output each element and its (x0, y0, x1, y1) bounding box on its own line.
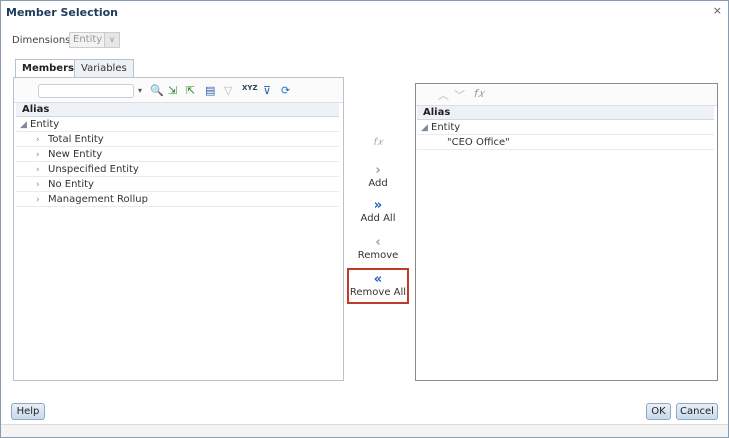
double-chevron-left-icon: « (373, 272, 383, 287)
clear-filter-icon[interactable]: ⊽ (263, 84, 271, 97)
function-icon[interactable]: f𝑥 (474, 87, 484, 101)
add-all-button[interactable]: » Add All (347, 198, 409, 224)
alias-column-header: Alias (16, 103, 339, 117)
dimensions-label: Dimensions (12, 35, 71, 46)
chevron-left-icon: ‹ (375, 235, 381, 250)
tree-label: Unspecified Entity (48, 164, 139, 175)
tree-item[interactable]: › New Entity (16, 147, 339, 162)
double-chevron-right-icon: » (373, 198, 383, 213)
cancel-button[interactable]: Cancel (676, 403, 718, 420)
ok-button[interactable]: OK (646, 403, 671, 420)
add-label: Add (368, 178, 388, 189)
help-button[interactable]: Help (11, 403, 45, 420)
move-up-icon[interactable]: ︿ (438, 87, 449, 103)
collapse-icon[interactable]: ◢ (417, 121, 431, 136)
tab-members[interactable]: Members (15, 59, 81, 77)
remove-all-button[interactable]: «Remove All (347, 268, 409, 304)
alias-column-header: Alias (417, 106, 714, 120)
add-all-label: Add All (360, 213, 396, 224)
selected-item[interactable]: "CEO Office" (417, 135, 714, 150)
remove-all-label: Remove All (349, 287, 407, 298)
search-input[interactable] (38, 84, 134, 98)
tree-label: Management Rollup (48, 194, 148, 205)
expand-icon[interactable]: › (36, 133, 48, 148)
tab-variables[interactable]: Variables (74, 59, 134, 77)
selections-panel: ︿ ﹀ f𝑥 Alias ◢ Entity "CEO Office" (415, 83, 718, 381)
selections-toolbar: ︿ ﹀ f𝑥 (416, 84, 717, 106)
remove-button[interactable]: ‹ Remove (347, 235, 409, 261)
function-icon[interactable]: f𝑥 (347, 137, 409, 148)
find-member-icon[interactable]: XYZ (242, 84, 258, 92)
expand-icon[interactable]: › (36, 178, 48, 193)
tree-item[interactable]: › Management Rollup (16, 192, 339, 207)
selected-root[interactable]: ◢ Entity (417, 120, 714, 135)
filter-icon[interactable]: ▽ (224, 84, 232, 97)
tree-item[interactable]: › Unspecified Entity (16, 162, 339, 177)
tree-label: Total Entity (48, 134, 104, 145)
move-down-icon[interactable]: ﹀ (454, 87, 465, 103)
chevron-right-icon: › (375, 163, 381, 178)
search-icon[interactable]: 🔍 (150, 84, 164, 97)
members-toolbar: ▾ 🔍 ⇲ ⇱ ▤ ▽ XYZ ⊽ ⟳ (14, 78, 343, 103)
member-selection-dialog: Member Selection × Dimensions Entity ∨ Me… (0, 0, 729, 438)
dimensions-value: Entity (73, 34, 103, 45)
dialog-title: Member Selection (6, 6, 119, 19)
collapse-icon[interactable]: ◢ (16, 118, 30, 133)
tree-root[interactable]: ◢ Entity (16, 117, 339, 132)
tree-item[interactable]: › Total Entity (16, 132, 339, 147)
tree-label: Entity (30, 119, 60, 130)
search-previous-icon[interactable]: ⇱ (186, 84, 195, 97)
tree-item[interactable]: › No Entity (16, 177, 339, 192)
search-options-dropdown-icon[interactable]: ▾ (138, 86, 142, 95)
expand-icon[interactable]: › (36, 193, 48, 208)
expand-icon[interactable]: › (36, 163, 48, 178)
remove-label: Remove (357, 250, 399, 261)
dimensions-select[interactable]: Entity ∨ (69, 32, 120, 48)
tree-label: New Entity (48, 149, 103, 160)
expand-icon[interactable]: › (36, 148, 48, 163)
add-button[interactable]: › Add (347, 163, 409, 189)
tree-label: "CEO Office" (447, 137, 510, 148)
close-icon[interactable]: × (713, 4, 722, 17)
display-properties-icon[interactable]: ▤ (205, 84, 215, 97)
tree-label: No Entity (48, 179, 94, 190)
refresh-icon[interactable]: ⟳ (281, 84, 290, 97)
search-next-icon[interactable]: ⇲ (168, 84, 177, 97)
tree-label: Entity (431, 122, 461, 133)
members-panel: ▾ 🔍 ⇲ ⇱ ▤ ▽ XYZ ⊽ ⟳ Alias ◢ Entity › Total… (13, 77, 344, 381)
dialog-footer (1, 424, 728, 437)
chevron-down-icon: ∨ (104, 33, 119, 47)
